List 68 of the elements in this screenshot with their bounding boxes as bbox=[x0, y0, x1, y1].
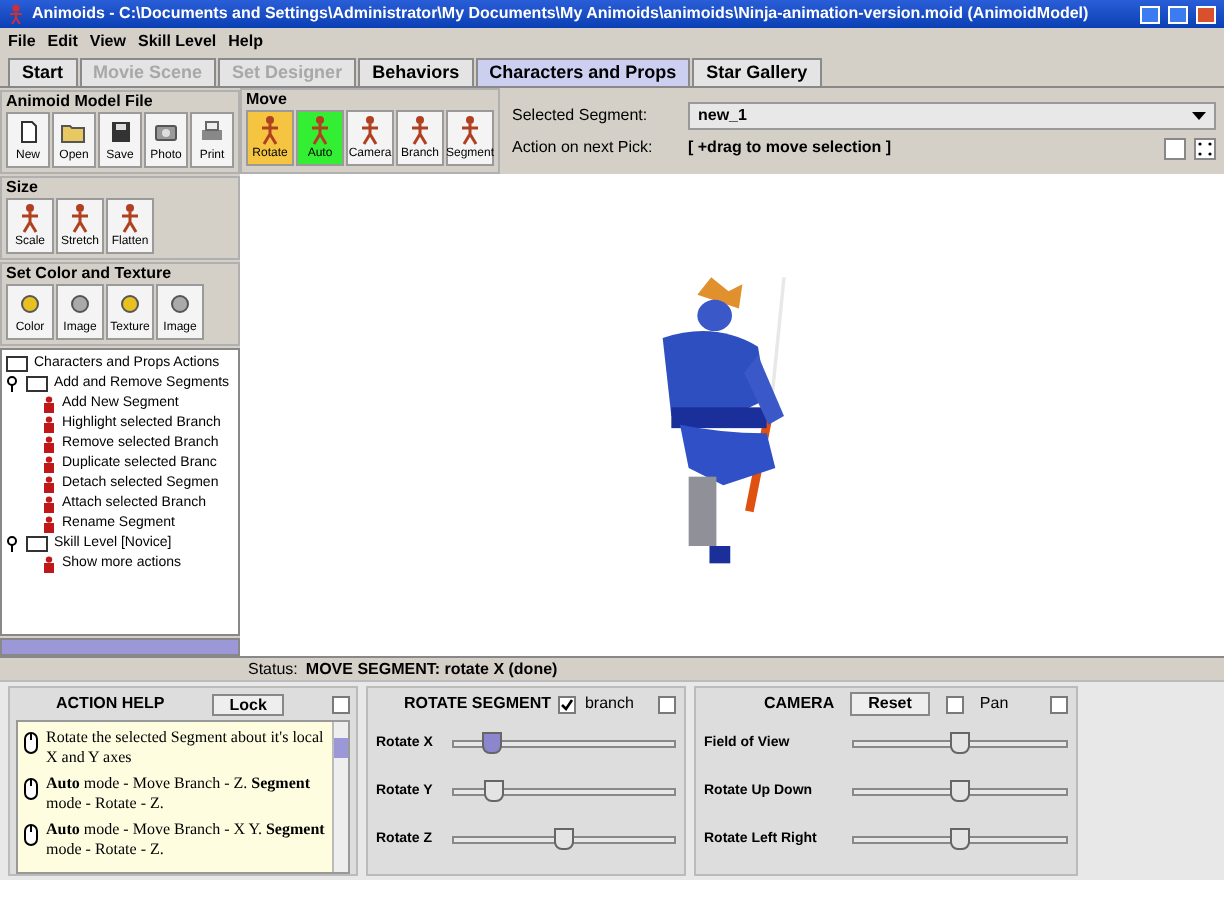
menu-item[interactable]: File bbox=[8, 30, 36, 54]
panel-checkbox[interactable] bbox=[332, 695, 350, 713]
slider-thumb[interactable] bbox=[950, 780, 970, 802]
swatch-icon bbox=[118, 294, 142, 314]
blank-toggle-button[interactable] bbox=[1164, 137, 1186, 159]
reset-button[interactable]: Reset bbox=[850, 692, 930, 716]
swatch-icon bbox=[168, 294, 192, 314]
group-title: Animoid Model File bbox=[6, 92, 155, 112]
group-title: Set Color and Texture bbox=[6, 264, 174, 284]
slider-thumb[interactable] bbox=[554, 828, 574, 850]
menu-item[interactable]: Help bbox=[228, 30, 263, 54]
camera-icon bbox=[152, 120, 180, 144]
field-label: Action on next Pick: bbox=[512, 136, 655, 160]
menu-item[interactable]: Skill Level bbox=[137, 30, 217, 54]
mouse-icon bbox=[24, 732, 38, 754]
panel-checkbox[interactable] bbox=[1050, 695, 1068, 713]
swatch-icon bbox=[68, 294, 92, 314]
field-label: Selected Segment: bbox=[512, 104, 650, 128]
folder-icon bbox=[26, 536, 48, 552]
slider-thumb[interactable] bbox=[950, 828, 970, 850]
panel-checkbox[interactable] bbox=[658, 695, 676, 713]
slider-thumb[interactable] bbox=[950, 732, 970, 754]
dots-icon bbox=[1196, 139, 1214, 157]
help-text: Auto mode - Move Branch - X Y. Segment mode - Rotate - Z. bbox=[46, 820, 326, 860]
help-text: Rotate the selected Segment about it's local X and Y axes bbox=[46, 728, 326, 768]
tab[interactable]: Start bbox=[8, 58, 78, 86]
help-text: Auto mode - Move Branch - Z. Segment mode - Rotate - Z. bbox=[46, 774, 312, 814]
pan-checkbox[interactable] bbox=[945, 695, 964, 713]
figure-icon bbox=[8, 4, 24, 24]
vertical-scrollbar[interactable] bbox=[332, 722, 348, 872]
swatch-icon bbox=[18, 294, 42, 314]
tab[interactable]: Behaviors bbox=[358, 58, 474, 86]
caret-icon bbox=[1192, 112, 1206, 120]
3d-viewport[interactable] bbox=[240, 174, 1224, 656]
checkbox-label: Pan bbox=[979, 692, 1011, 716]
slider-thumb[interactable] bbox=[481, 732, 502, 754]
status-text: MOVE SEGMENT: rotate X (done) bbox=[305, 657, 558, 681]
action-text: [ +drag to move selection ] bbox=[688, 136, 894, 160]
dots-toggle-button[interactable] bbox=[1194, 137, 1216, 159]
group-title: Size bbox=[6, 178, 41, 198]
maximize-button[interactable] bbox=[1168, 5, 1188, 23]
tab[interactable]: Characters and Props bbox=[475, 58, 691, 86]
figure-icon bbox=[42, 555, 56, 573]
segment-dropdown[interactable]: new_1 bbox=[688, 102, 1216, 130]
close-button[interactable] bbox=[1196, 5, 1216, 23]
printer-icon bbox=[198, 120, 226, 144]
panel-title: ROTATE SEGMENT bbox=[404, 692, 551, 716]
panel-title: ACTION HELP bbox=[56, 692, 165, 716]
expand-handle-icon[interactable] bbox=[6, 536, 20, 552]
slider-thumb[interactable] bbox=[483, 780, 504, 802]
folder-icon bbox=[26, 376, 48, 392]
mouse-icon bbox=[24, 778, 38, 800]
checkbox-label: branch bbox=[584, 692, 636, 716]
group-title: Move bbox=[246, 90, 289, 110]
expand-handle-icon[interactable] bbox=[6, 376, 20, 392]
window-title: Animoids - C:\Documents and Settings\Administrator\My Documents\My Animoids\animoids\Ninja-animation-version.moid (AnimoidModel) bbox=[32, 2, 1091, 26]
folder-icon bbox=[6, 356, 28, 372]
minimize-button[interactable] bbox=[1140, 5, 1160, 23]
menu-item[interactable]: View bbox=[89, 30, 126, 54]
lock-button[interactable]: Lock bbox=[211, 693, 285, 715]
status-label: Status: bbox=[248, 657, 298, 681]
horizontal-scrollbar[interactable] bbox=[0, 638, 240, 656]
tab[interactable]: Star Gallery bbox=[692, 58, 822, 86]
branch-checkbox[interactable] bbox=[558, 695, 577, 713]
panel-title: CAMERA bbox=[764, 692, 835, 716]
folder-icon bbox=[60, 120, 88, 144]
mouse-icon bbox=[24, 824, 38, 846]
menu-item[interactable]: Edit bbox=[47, 30, 78, 54]
